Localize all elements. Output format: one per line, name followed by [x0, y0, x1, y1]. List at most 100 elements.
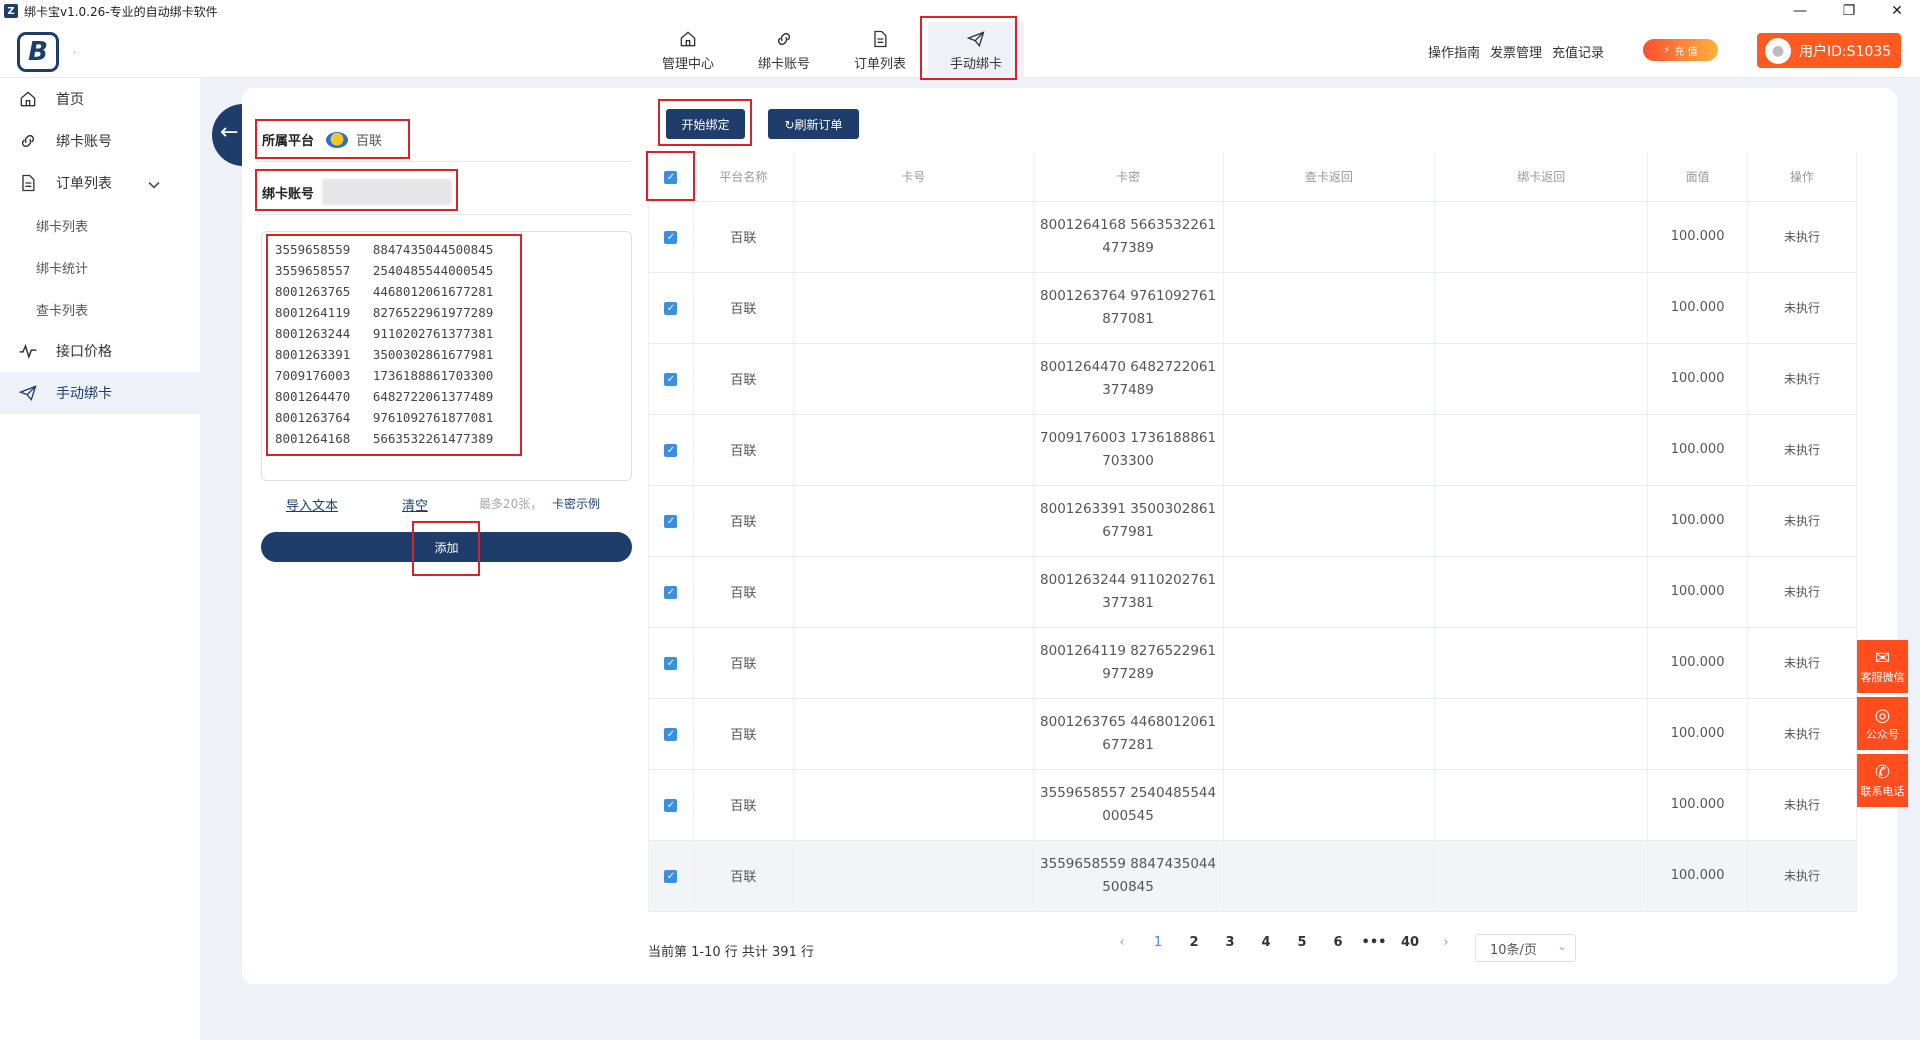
sidebar-item-order-list[interactable]: 订单列表	[0, 162, 200, 204]
card-cell	[793, 343, 1034, 415]
import-text-link[interactable]: 导入文本	[286, 495, 338, 514]
wechat-service-button[interactable]: ✉ 客服微信	[1857, 640, 1908, 693]
send-icon	[18, 385, 37, 402]
restore-button[interactable]: ❐	[1826, 0, 1872, 22]
link-icon	[21, 134, 35, 148]
sidebar-item-api-price[interactable]: 接口价格	[0, 330, 200, 372]
official-account-button[interactable]: ◎ 公众号	[1857, 697, 1908, 750]
table-row: ✓ 百联 8001264168 5663532261 477389 100.000 未执行	[648, 201, 1857, 273]
bind-result-cell	[1434, 627, 1649, 699]
page-button[interactable]: 6	[1320, 935, 1356, 950]
sidebar-item-bind-list[interactable]: 绑卡列表	[0, 204, 200, 246]
sidebar-item-label: 手动绑卡	[56, 386, 112, 402]
platform-cell: 百联	[693, 485, 794, 557]
page-button[interactable]: 40	[1392, 935, 1428, 950]
recharge-record-link[interactable]: 充值记录	[1552, 42, 1604, 61]
secret-cell: 3559658559 8847435044 500845	[1033, 840, 1224, 912]
topnav-order-list[interactable]: 订单列表	[832, 22, 928, 78]
row-checkbox[interactable]: ✓	[664, 444, 678, 457]
next-page-button[interactable]: ›	[1428, 935, 1464, 950]
divider	[255, 161, 631, 162]
row-checkbox[interactable]: ✓	[664, 231, 678, 244]
row-checkbox[interactable]: ✓	[664, 799, 678, 812]
lightning-icon: ⚡	[1663, 44, 1671, 56]
pagination: ‹ 1 2 3 4 5 6 ••• 40 ›	[1104, 935, 1464, 950]
row-checkbox[interactable]: ✓	[664, 870, 678, 883]
page-button[interactable]: 5	[1284, 935, 1320, 950]
avatar-icon: ●	[1765, 37, 1791, 64]
op-cell: 未执行	[1747, 272, 1857, 344]
card-cell	[793, 840, 1034, 912]
row-checkbox[interactable]: ✓	[664, 515, 678, 528]
query-result-cell	[1223, 840, 1436, 912]
op-cell: 未执行	[1747, 556, 1857, 628]
table-row: ✓ 百联 3559658557 2540485544 000545 100.000 未执行	[648, 769, 1857, 841]
highlight-box	[412, 521, 480, 576]
secret-line-2: 500845	[1102, 878, 1154, 895]
platform-cell: 百联	[693, 272, 794, 344]
table-row: ✓ 百联 8001263391 3500302861 677981 100.000 未执行	[648, 485, 1857, 557]
op-cell: 未执行	[1747, 343, 1857, 415]
value-cell: 100.000	[1647, 272, 1749, 344]
platform-cell: 百联	[693, 201, 794, 273]
guide-link[interactable]: 操作指南	[1428, 42, 1480, 61]
secret-line-1: 8001263765 4468012061	[1040, 713, 1217, 730]
page-button[interactable]: 4	[1248, 935, 1284, 950]
column-header: 卡号	[793, 152, 1034, 202]
table-row: ✓ 百联 8001264119 8276522961 977289 100.000 未执行	[648, 627, 1857, 699]
page-button[interactable]: 3	[1212, 935, 1248, 950]
sidebar-item-bind-stats[interactable]: 绑卡统计	[0, 246, 200, 288]
column-header: 操作	[1747, 152, 1857, 202]
pagination-info: 当前第 1-10 行 共计 391 行	[648, 945, 814, 960]
topnav-bind-account[interactable]: 绑卡账号	[736, 22, 832, 78]
app-icon: Z	[4, 4, 18, 18]
recharge-button[interactable]: ⚡ 充 值	[1643, 39, 1718, 61]
topnav-label: 绑卡账号	[757, 56, 810, 72]
secret-line-1: 8001264119 8276522961	[1040, 642, 1217, 659]
secret-line-2: 703300	[1102, 452, 1154, 469]
value-cell: 100.000	[1647, 485, 1749, 557]
bind-result-cell	[1434, 201, 1649, 273]
card-example-link[interactable]: 卡密示例	[552, 495, 600, 512]
page-ellipsis[interactable]: •••	[1356, 935, 1392, 950]
arrow-left-icon: ←	[220, 120, 239, 145]
secret-line-2: 477389	[1102, 239, 1154, 256]
row-checkbox[interactable]: ✓	[664, 657, 678, 670]
divider	[255, 214, 631, 215]
invoice-link[interactable]: 发票管理	[1490, 42, 1542, 61]
platform-cell: 百联	[693, 343, 794, 415]
op-cell: 未执行	[1747, 201, 1857, 273]
page-button[interactable]: 2	[1176, 935, 1212, 950]
user-button[interactable]: ● 用户ID:S1035	[1757, 33, 1901, 68]
sidebar-item-home[interactable]: 首页	[0, 78, 200, 120]
document-icon	[874, 30, 887, 47]
row-checkbox[interactable]: ✓	[664, 302, 678, 315]
page-button[interactable]: 1	[1140, 935, 1176, 950]
phone-contact-button[interactable]: ✆ 联系电话	[1857, 754, 1908, 807]
platform-cell: 百联	[693, 840, 794, 912]
query-result-cell	[1223, 627, 1436, 699]
query-result-cell	[1223, 201, 1436, 273]
close-button[interactable]: ✕	[1874, 0, 1920, 22]
sidebar-item-label: 绑卡账号	[56, 134, 112, 150]
minimize-button[interactable]: —	[1777, 0, 1823, 22]
bind-result-cell	[1434, 272, 1649, 344]
op-cell: 未执行	[1747, 485, 1857, 557]
card-cell	[793, 414, 1034, 486]
refresh-orders-button[interactable]: ↻刷新订单	[768, 109, 859, 139]
clear-link[interactable]: 清空	[402, 495, 428, 514]
query-result-cell	[1223, 343, 1436, 415]
sidebar-item-bind-account[interactable]: 绑卡账号	[0, 120, 200, 162]
row-checkbox[interactable]: ✓	[664, 373, 678, 386]
secret-line-2: 377489	[1102, 381, 1154, 398]
op-cell: 未执行	[1747, 698, 1857, 770]
highlight-box	[658, 99, 752, 146]
page-size-select[interactable]: 10条/页 ⌄	[1475, 934, 1576, 962]
row-checkbox[interactable]: ✓	[664, 728, 678, 741]
sidebar-item-query-list[interactable]: 查卡列表	[0, 288, 200, 330]
sidebar-item-manual-bind[interactable]: 手动绑卡	[0, 372, 200, 414]
row-checkbox[interactable]: ✓	[664, 586, 678, 599]
prev-page-button[interactable]: ‹	[1104, 935, 1140, 950]
secret-line-2: 677981	[1102, 523, 1154, 540]
topnav-management-center[interactable]: 管理中心	[640, 22, 736, 78]
